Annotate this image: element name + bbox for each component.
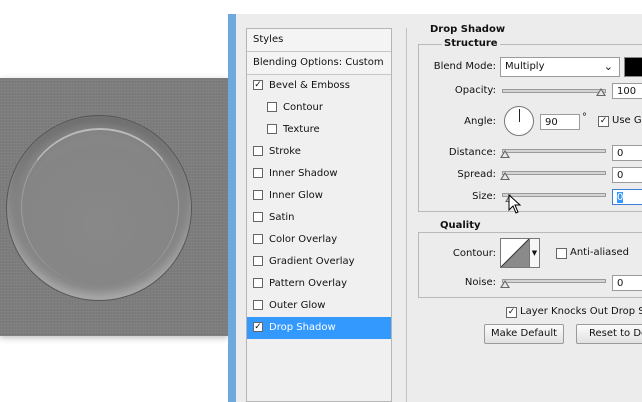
contour-label: Contour: xyxy=(452,248,496,259)
opacity-slider-thumb[interactable] xyxy=(596,88,606,96)
layer-knocks-out-checkbox[interactable]: ✓ xyxy=(506,307,517,318)
style-item-label: Satin xyxy=(269,212,295,223)
style-item-label: Outer Glow xyxy=(269,300,326,311)
style-item-label: Color Overlay xyxy=(269,234,338,245)
distance-slider[interactable] xyxy=(502,149,606,153)
spread-slider-thumb[interactable] xyxy=(500,172,510,180)
chevron-down-icon: ⌄ xyxy=(603,60,613,73)
style-item-label: Inner Shadow xyxy=(269,168,338,179)
spread-slider[interactable] xyxy=(502,171,606,175)
style-item-drop-shadow[interactable]: ✓ Drop Shadow xyxy=(247,317,391,339)
quality-title: Quality xyxy=(438,220,483,231)
contour-curve-icon xyxy=(500,238,530,268)
anti-aliased-label: Anti-aliased xyxy=(570,247,630,258)
degree-unit: ° xyxy=(582,112,587,123)
make-default-button[interactable]: Make Default xyxy=(484,324,564,344)
opacity-slider[interactable] xyxy=(502,89,606,93)
beveled-circle-artwork xyxy=(7,116,191,300)
style-item-label: Bevel & Emboss xyxy=(269,80,350,91)
style-item-inner-shadow[interactable]: Inner Shadow xyxy=(247,163,391,185)
use-global-label: Use Gl xyxy=(612,115,642,126)
blending-options-item[interactable]: Blending Options: Custom xyxy=(247,52,391,75)
panel-divider xyxy=(406,28,407,402)
opacity-label: Opacity: xyxy=(454,85,496,96)
shadow-color-swatch[interactable] xyxy=(624,57,642,77)
style-item-pattern-overlay[interactable]: Pattern Overlay xyxy=(247,273,391,295)
style-item-contour[interactable]: Contour xyxy=(247,97,391,119)
layer-knocks-out-label: Layer Knocks Out Drop Sh xyxy=(520,306,642,317)
style-item-outer-glow[interactable]: Outer Glow xyxy=(247,295,391,317)
anti-aliased-checkbox[interactable] xyxy=(556,248,567,259)
checkbox-stroke[interactable] xyxy=(253,146,263,156)
style-item-bevel-emboss[interactable]: ✓ Bevel & Emboss xyxy=(247,75,391,97)
checkbox-satin[interactable] xyxy=(253,212,263,222)
styles-header[interactable]: Styles xyxy=(247,29,391,52)
blend-mode-select[interactable]: Multiply ⌄ xyxy=(500,57,620,77)
style-item-label: Pattern Overlay xyxy=(269,278,348,289)
style-item-label: Stroke xyxy=(269,146,301,157)
checkbox-pattern-overlay[interactable] xyxy=(253,278,263,288)
style-item-color-overlay[interactable]: Color Overlay xyxy=(247,229,391,251)
drop-shadow-title: Drop Shadow xyxy=(430,24,506,35)
reset-to-default-button[interactable]: Reset to Def xyxy=(576,324,642,344)
style-item-gradient-overlay[interactable]: Gradient Overlay xyxy=(247,251,391,273)
noise-input[interactable]: 0 xyxy=(612,275,642,291)
structure-title: Structure xyxy=(442,38,500,49)
size-input[interactable]: 0 xyxy=(612,189,642,205)
checkbox-bevel-emboss[interactable]: ✓ xyxy=(253,80,263,90)
checkbox-inner-glow[interactable] xyxy=(253,190,263,200)
size-label: Size: xyxy=(472,191,496,202)
checkbox-outer-glow[interactable] xyxy=(253,300,263,310)
use-global-checkbox[interactable]: ✓ xyxy=(598,116,609,127)
checkbox-texture[interactable] xyxy=(267,124,277,134)
noise-label: Noise: xyxy=(464,277,496,288)
style-item-satin[interactable]: Satin xyxy=(247,207,391,229)
style-item-label: Contour xyxy=(283,102,323,113)
style-item-label: Gradient Overlay xyxy=(269,256,355,267)
distance-input[interactable]: 0 xyxy=(612,145,642,161)
spread-label: Spread: xyxy=(457,169,496,180)
noise-slider-thumb[interactable] xyxy=(500,280,510,288)
blend-mode-value: Multiply xyxy=(505,61,545,72)
size-value-selected: 0 xyxy=(617,192,624,203)
checkbox-drop-shadow[interactable]: ✓ xyxy=(253,322,263,332)
checkbox-contour[interactable] xyxy=(267,102,277,112)
contour-preview[interactable] xyxy=(500,238,530,268)
distance-slider-thumb[interactable] xyxy=(500,150,510,158)
dialog-accent-bar xyxy=(228,14,236,402)
styles-list: Styles Blending Options: Custom ✓ Bevel … xyxy=(246,28,392,402)
distance-label: Distance: xyxy=(448,147,496,158)
spread-input[interactable]: 0 xyxy=(612,167,642,183)
checkbox-color-overlay[interactable] xyxy=(253,234,263,244)
style-item-label: Inner Glow xyxy=(269,190,323,201)
style-item-label: Drop Shadow xyxy=(269,322,336,333)
contour-dropdown-arrow[interactable]: ▼ xyxy=(530,238,540,268)
angle-dial[interactable] xyxy=(504,106,534,136)
canvas-preview xyxy=(0,78,228,336)
noise-slider[interactable] xyxy=(502,279,606,283)
style-item-texture[interactable]: Texture xyxy=(247,119,391,141)
checkbox-inner-shadow[interactable] xyxy=(253,168,263,178)
style-item-inner-glow[interactable]: Inner Glow xyxy=(247,185,391,207)
angle-label: Angle: xyxy=(464,116,496,127)
style-item-label: Texture xyxy=(283,124,320,135)
angle-input[interactable]: 90 xyxy=(540,114,580,130)
style-item-stroke[interactable]: Stroke xyxy=(247,141,391,163)
checkbox-gradient-overlay[interactable] xyxy=(253,256,263,266)
blend-mode-label: Blend Mode: xyxy=(433,61,496,72)
opacity-input[interactable]: 100 xyxy=(612,83,642,99)
mouse-cursor-icon xyxy=(508,194,522,214)
